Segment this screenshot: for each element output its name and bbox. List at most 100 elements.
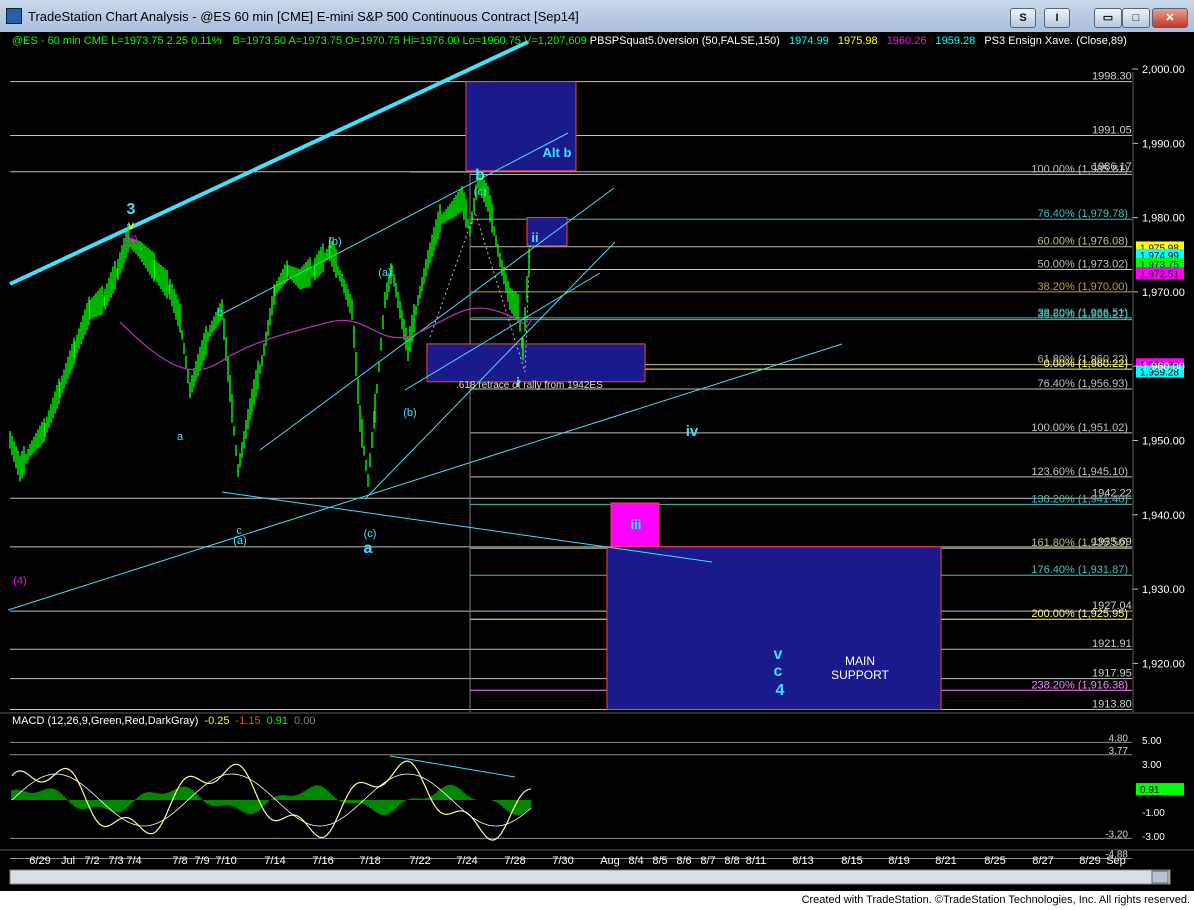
time-tick-label: 7/3 [108, 855, 123, 867]
time-tick-label: 7/28 [504, 855, 525, 867]
price-tag-label: 1,972.51 [1140, 269, 1179, 280]
wave-label: (a) [378, 267, 391, 279]
macd-value: -1.15 [236, 715, 261, 727]
price-tick-label: 1,920.00 [1142, 658, 1185, 670]
level-label: 1913.80 [1092, 698, 1132, 710]
fib-label: 161.80% (1,935.50) [1031, 537, 1128, 549]
copyright-text: Created with TradeStation. ©TradeStation… [801, 894, 1190, 906]
svg-text:@ES - 60 min CME L=1973.75 2.2: @ES - 60 min CME L=1973.75 2.25 0.11% B=… [12, 35, 1127, 47]
scrollbar-thumb[interactable] [1151, 870, 1169, 884]
app-icon [6, 8, 22, 24]
macd-axis-label: 3.00 [1142, 760, 1162, 771]
fib-label: 138.20% (1,941.40) [1031, 493, 1128, 505]
time-tick-label: 7/4 [126, 855, 141, 867]
fib-label: 76.40% (1,956.93) [1037, 378, 1128, 390]
fib-label: 123.60% (1,945.10) [1031, 466, 1128, 478]
time-tick-label: Sep [1106, 855, 1126, 867]
window-title: TradeStation Chart Analysis - @ES 60 min… [28, 9, 579, 24]
price-chart[interactable]: @ES - 60 min CME L=1973.75 2.25 0.11% B=… [0, 32, 1194, 890]
wave-label: b [475, 167, 485, 184]
wave-label: (4) [13, 575, 26, 587]
fib-label: 38.60% (1,966.27) [1037, 309, 1128, 321]
fib-label: 76.40% (1,979.78) [1037, 208, 1128, 220]
time-tick-label: 8/25 [984, 855, 1005, 867]
time-tick-label: 8/8 [724, 855, 739, 867]
fib-label: 50.00% (1,973.02) [1037, 258, 1128, 270]
macd-value: 0.91 [267, 715, 288, 727]
minimize-button[interactable]: ▭ [1094, 8, 1122, 28]
wave-label: ii [531, 230, 538, 245]
wave-iii-label: iii [631, 517, 642, 532]
support-label: SUPPORT [831, 668, 889, 682]
main-label: MAIN [845, 654, 875, 668]
fib-label: 238.20% (1,916.38) [1031, 679, 1128, 691]
price-tick-label: 2,000.00 [1142, 64, 1185, 76]
level-label: 1991.05 [1092, 124, 1132, 136]
price-tick-label: 1,980.00 [1142, 213, 1185, 225]
time-tick-label: 7/9 [194, 855, 209, 867]
time-tick-label: 7/2 [84, 855, 99, 867]
time-tick-label: 8/15 [841, 855, 862, 867]
macd-level-label: 4.80 [1109, 733, 1129, 744]
level-label: 1998.30 [1092, 71, 1132, 83]
time-tick-label: 8/21 [935, 855, 956, 867]
wave-label: v [128, 218, 134, 232]
wave-label: (5) [124, 234, 137, 246]
wave-label: (a) [233, 535, 246, 547]
window-titlebar: TradeStation Chart Analysis - @ES 60 min… [0, 0, 1194, 33]
symbol-label: @ES - 60 min [12, 35, 81, 47]
time-tick-label: 7/16 [312, 855, 333, 867]
fib-label: 200.00% (1,925.95) [1031, 608, 1128, 620]
wave-label: (b) [328, 236, 341, 248]
footer: Created with TradeStation. ©TradeStation… [0, 891, 1194, 910]
wave-label: Alt b [543, 145, 572, 160]
macd-title: MACD (12,26,9,Green,Red,DarkGray) -0.25 -1… [12, 715, 315, 727]
fib-label: 100.00% (1,951.02) [1031, 422, 1128, 434]
wave-label: b [217, 307, 223, 319]
wave-i-support-box [426, 343, 646, 383]
fib-label: 176.40% (1,931.87) [1031, 564, 1128, 576]
macd-axis-label: -3.00 [1142, 832, 1165, 843]
fib-label: 60.00% (1,976.08) [1037, 236, 1128, 248]
wave-label: (c) [474, 186, 487, 198]
macd-value: 0.00 [294, 715, 315, 727]
time-tick-label: 7/8 [172, 855, 187, 867]
fib-label: 38.20% (1,970.00) [1037, 281, 1128, 293]
time-tick-label: 7/24 [456, 855, 477, 867]
price-tick-label: 1,930.00 [1142, 584, 1185, 596]
wave-label: v [774, 646, 783, 663]
wave-label: 3 [127, 201, 136, 218]
price-tick-label: 1,970.00 [1142, 287, 1185, 299]
time-tick-label: 6/29 [29, 855, 50, 867]
main-support-box [606, 546, 942, 710]
time-tick-label: 8/5 [652, 855, 667, 867]
macd-level-label: -3.20 [1105, 829, 1128, 840]
horizontal-scrollbar[interactable] [9, 869, 1171, 885]
wave-label: a [364, 540, 373, 557]
time-tick-label: 7/10 [215, 855, 236, 867]
maximize-button[interactable]: □ [1122, 8, 1150, 28]
close-button[interactable]: ✕ [1152, 8, 1188, 28]
time-tick-label: 7/18 [359, 855, 380, 867]
wave-label: 4 [776, 682, 785, 699]
wave-label: c [774, 663, 783, 680]
wave-label: a [177, 431, 184, 443]
time-tick-label: 8/6 [676, 855, 691, 867]
price-tick-label: 1,950.00 [1142, 436, 1185, 448]
wave-label: iv [686, 423, 699, 440]
macd-level-label: 3.77 [1109, 746, 1129, 757]
chart-header: @ES - 60 min CME L=1973.75 2.25 0.11% B=… [12, 35, 1127, 47]
time-tick-label: Jul [61, 855, 75, 867]
retrace-note: .618 retrace of rally from 1942ES [456, 380, 603, 391]
symbol-link-button[interactable]: S [1010, 8, 1036, 28]
macd-axis-label: -1.00 [1142, 808, 1165, 819]
level-label: 1921.91 [1092, 638, 1132, 650]
info-button[interactable]: I [1044, 8, 1070, 28]
time-tick-label: 8/4 [628, 855, 643, 867]
macd-axis-label: 5.00 [1142, 736, 1162, 747]
time-tick-label: 7/14 [264, 855, 285, 867]
macd-value: -0.25 [204, 715, 229, 727]
time-tick-label: 7/22 [409, 855, 430, 867]
time-tick-label: 7/30 [552, 855, 573, 867]
time-tick-label: Aug [600, 855, 620, 867]
